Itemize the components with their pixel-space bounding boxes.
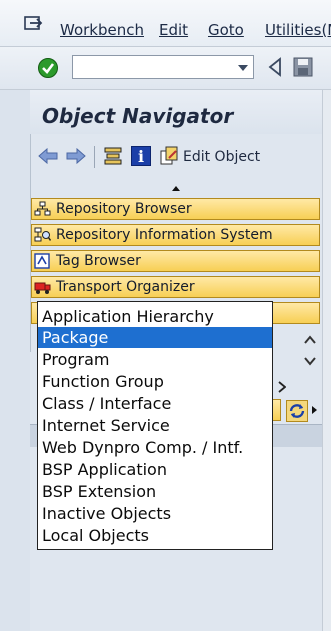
dropdown-option-class-interface[interactable]: Class / Interface [38,393,272,414]
left-border-panel [0,90,31,631]
enter-check-icon[interactable] [37,57,59,79]
dropdown-option-internet-service[interactable]: Internet Service [38,415,272,436]
menu-workbench[interactable]: Workbench [60,21,144,39]
dropdown-option-package[interactable]: Package [38,327,272,348]
chevron-down-icon[interactable] [238,65,248,71]
system-menu-icon[interactable] [24,16,44,34]
tool-repository-browser[interactable]: Repository Browser [31,198,320,220]
edit-object-label[interactable]: Edit Object [183,149,260,165]
toolbar-separator [94,146,95,168]
dropdown-option-function-group[interactable]: Function Group [38,371,272,392]
dropdown-option-program[interactable]: Program [38,349,272,370]
repository-browser-icon [34,201,51,216]
back-triangle-icon[interactable] [268,57,282,77]
dropdown-option-bsp-application[interactable]: BSP Application [38,459,272,480]
tool-label: Repository Browser [56,201,192,217]
object-input-button[interactable] [272,399,281,421]
arrow-right-icon[interactable] [66,148,86,164]
tool-label: Transport Organizer [56,279,195,295]
tool-transport-organizer[interactable]: Transport Organizer [31,276,320,298]
chevron-right-icon[interactable] [278,381,286,393]
vertical-scrollbar[interactable] [322,90,331,631]
dropdown-option-application-hierarchy[interactable]: Application Hierarchy [38,306,272,327]
save-icon[interactable] [292,56,314,78]
refresh-icon[interactable] [286,400,308,422]
dropdown-option-local-objects[interactable]: Local Objects [38,525,272,546]
info-icon[interactable]: i [131,146,151,166]
menu-edit[interactable]: Edit [159,21,188,39]
chevron-up-icon[interactable] [303,333,317,347]
hierarchy-icon[interactable] [103,146,123,166]
edit-object-icon[interactable] [160,146,180,166]
dropdown-option-web-dynpro[interactable]: Web Dynpro Comp. / Intf. [38,437,272,458]
tool-label: Tag Browser [56,253,141,269]
tool-label: Repository Information System [56,227,273,243]
tool-repository-information-system[interactable]: Repository Information System [31,224,320,246]
arrow-left-icon[interactable] [38,148,58,164]
chevron-down-icon[interactable] [303,354,317,368]
collapse-caret-icon[interactable] [172,186,180,191]
object-type-dropdown-list[interactable]: Application Hierarchy Package Program Fu… [37,301,273,550]
transport-truck-icon [34,282,51,294]
tool-tag-browser[interactable]: Tag Browser [31,250,320,272]
menu-utilities[interactable]: Utilities(M [265,21,331,39]
expand-right-icon[interactable] [312,406,317,414]
repository-info-icon [34,227,51,242]
dropdown-option-inactive-objects[interactable]: Inactive Objects [38,503,272,524]
refresh-arrows-icon [289,404,305,418]
page-title: Object Navigator [42,104,234,128]
dropdown-option-bsp-extension[interactable]: BSP Extension [38,481,272,502]
command-field[interactable] [72,55,254,79]
tag-browser-icon [34,253,50,269]
menu-goto[interactable]: Goto [208,21,244,39]
